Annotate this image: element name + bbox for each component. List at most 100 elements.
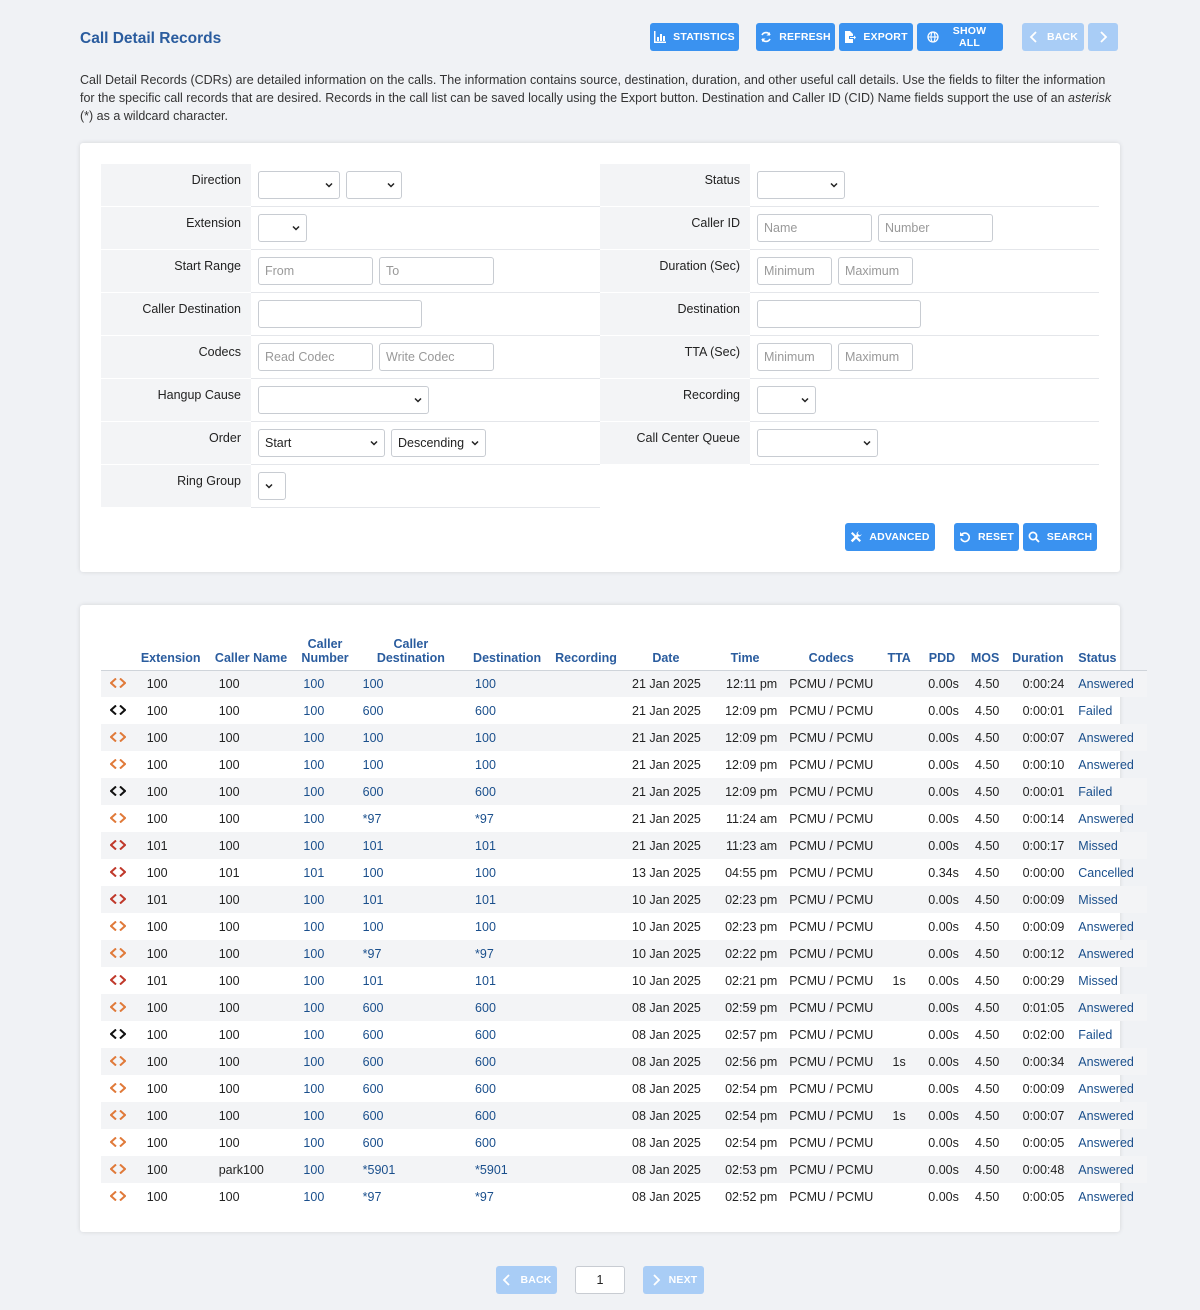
cell-caller-destination[interactable]: *97 — [355, 805, 467, 832]
cell-status[interactable]: Answered — [1070, 805, 1147, 832]
col-time[interactable]: Time — [706, 630, 784, 671]
order-direction-select[interactable]: Descending — [391, 429, 486, 457]
pagination-next-button[interactable]: Next — [643, 1266, 704, 1294]
refresh-button[interactable]: Refresh — [756, 23, 835, 51]
col-status[interactable]: Status — [1070, 630, 1147, 671]
col-destination[interactable]: Destination — [467, 630, 548, 671]
cell-destination[interactable]: 101 — [467, 832, 548, 859]
tta-min-input[interactable]: Minimum — [757, 343, 832, 371]
col-caller-name[interactable]: Caller Name — [206, 630, 296, 671]
col-pdd[interactable]: PDD — [919, 630, 965, 671]
cell-destination[interactable]: 100 — [467, 670, 548, 697]
back-button[interactable]: Back — [1022, 23, 1084, 51]
caller-id-name-input[interactable]: Name — [757, 214, 872, 242]
col-codecs[interactable]: Codecs — [783, 630, 880, 671]
cell-destination[interactable]: *5901 — [467, 1156, 548, 1183]
cell-caller-destination[interactable]: 100 — [354, 724, 468, 751]
statistics-button[interactable]: Statistics — [650, 23, 739, 51]
cell-destination[interactable]: 101 — [467, 886, 548, 913]
cell-destination[interactable]: *97 — [467, 940, 548, 967]
cell-caller-number[interactable]: 100 — [295, 1102, 355, 1129]
cell-status[interactable]: Answered — [1070, 751, 1147, 778]
cell-caller-number[interactable]: 100 — [295, 940, 355, 967]
col-tta[interactable]: TTA — [879, 630, 920, 671]
cell-caller-number[interactable]: 100 — [295, 1129, 354, 1156]
caller-destination-input[interactable] — [258, 300, 422, 328]
ring-group-select[interactable] — [258, 472, 286, 500]
cell-status[interactable]: Answered — [1070, 1048, 1147, 1075]
cell-status[interactable]: Failed — [1070, 778, 1147, 805]
caller-id-number-input[interactable]: Number — [878, 214, 993, 242]
forward-button[interactable] — [1088, 23, 1118, 51]
cell-destination[interactable]: *97 — [467, 805, 547, 832]
cell-status[interactable]: Missed — [1070, 967, 1147, 994]
cell-caller-destination[interactable]: *5901 — [354, 1156, 468, 1183]
cell-caller-number[interactable]: 100 — [295, 1156, 355, 1183]
tta-max-input[interactable]: Maximum — [838, 343, 913, 371]
cell-status[interactable]: Failed — [1070, 1021, 1147, 1048]
hangup-cause-select[interactable] — [258, 386, 429, 414]
cell-caller-number[interactable]: 100 — [295, 886, 355, 913]
col-date[interactable]: Date — [624, 630, 707, 671]
show-all-button[interactable]: Show All — [917, 23, 1003, 51]
cell-caller-number[interactable]: 100 — [295, 751, 354, 778]
duration-min-input[interactable]: Minimum — [757, 257, 832, 285]
call-center-queue-select[interactable] — [757, 429, 878, 457]
cell-status[interactable]: Answered — [1070, 1075, 1147, 1102]
status-select[interactable] — [757, 171, 845, 199]
page-number-input[interactable] — [575, 1266, 625, 1294]
cell-status[interactable]: Cancelled — [1070, 859, 1147, 886]
cell-caller-destination[interactable]: 600 — [355, 1021, 467, 1048]
cell-destination[interactable]: 101 — [467, 967, 547, 994]
cell-status[interactable]: Failed — [1070, 697, 1147, 724]
cell-destination[interactable]: 600 — [467, 1075, 547, 1102]
export-button[interactable]: Export — [839, 23, 913, 51]
direction-type-select[interactable] — [346, 171, 402, 199]
cell-caller-number[interactable]: 100 — [295, 724, 355, 751]
cell-caller-destination[interactable]: *97 — [355, 1183, 467, 1210]
cell-caller-destination[interactable]: 101 — [354, 886, 468, 913]
cell-destination[interactable]: 600 — [467, 1048, 548, 1075]
cell-destination[interactable]: 100 — [467, 859, 547, 886]
recording-select[interactable] — [757, 386, 816, 414]
cell-caller-destination[interactable]: 600 — [354, 778, 468, 805]
cell-destination[interactable]: 600 — [467, 1021, 547, 1048]
cell-caller-destination[interactable]: 101 — [354, 832, 468, 859]
cell-status[interactable]: Answered — [1070, 1183, 1147, 1210]
cell-caller-destination[interactable]: 600 — [355, 1075, 467, 1102]
advanced-button[interactable]: Advanced — [845, 523, 935, 551]
write-codec-input[interactable]: Write Codec — [379, 343, 494, 371]
cell-destination[interactable]: 100 — [467, 724, 548, 751]
cell-status[interactable]: Answered — [1070, 940, 1147, 967]
cell-caller-destination[interactable]: 101 — [355, 967, 467, 994]
cell-caller-number[interactable]: 100 — [295, 778, 355, 805]
col-caller-number[interactable]: Caller Number — [295, 630, 355, 671]
cell-caller-destination[interactable]: 600 — [354, 1048, 468, 1075]
cell-destination[interactable]: 100 — [467, 913, 547, 940]
cell-caller-destination[interactable]: *97 — [354, 940, 468, 967]
cell-caller-number[interactable]: 100 — [295, 1021, 354, 1048]
cell-caller-number[interactable]: 100 — [295, 805, 354, 832]
pagination-back-button[interactable]: Back — [496, 1266, 557, 1294]
read-codec-input[interactable]: Read Codec — [258, 343, 373, 371]
extension-select[interactable] — [258, 214, 307, 242]
search-button[interactable]: Search — [1023, 523, 1097, 551]
cell-caller-number[interactable]: 100 — [295, 967, 354, 994]
cell-caller-number[interactable]: 100 — [295, 1183, 354, 1210]
cell-status[interactable]: Answered — [1070, 1129, 1147, 1156]
cell-destination[interactable]: 600 — [467, 994, 548, 1021]
cell-caller-destination[interactable]: 600 — [355, 1129, 467, 1156]
cell-caller-destination[interactable]: 600 — [354, 994, 468, 1021]
cell-caller-number[interactable]: 100 — [295, 913, 354, 940]
cell-status[interactable]: Missed — [1070, 886, 1147, 913]
cell-destination[interactable]: 600 — [467, 778, 548, 805]
cell-caller-number[interactable]: 100 — [295, 1048, 355, 1075]
cell-status[interactable]: Answered — [1070, 1102, 1147, 1129]
col-extension[interactable]: Extension — [134, 630, 207, 671]
duration-max-input[interactable]: Maximum — [838, 257, 913, 285]
col-recording[interactable]: Recording — [547, 630, 625, 671]
cell-caller-destination[interactable]: 100 — [355, 751, 467, 778]
cell-caller-destination[interactable]: 100 — [355, 913, 467, 940]
cell-caller-destination[interactable]: 600 — [354, 1102, 468, 1129]
cell-caller-destination[interactable]: 100 — [355, 859, 467, 886]
